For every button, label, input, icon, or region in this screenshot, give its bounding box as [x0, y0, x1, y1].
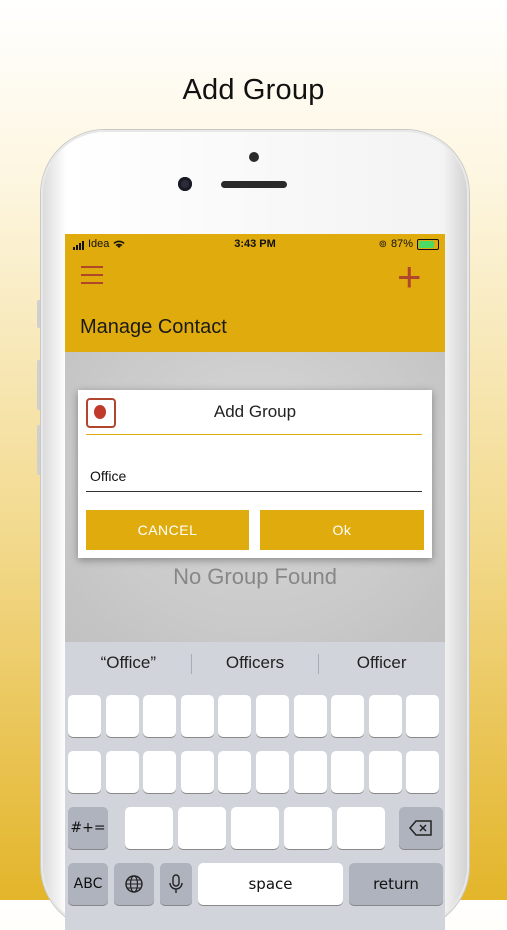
suggestion-divider: [191, 654, 192, 674]
proximity-sensor: [249, 152, 259, 162]
key-row2-undefined[interactable]: [331, 751, 365, 793]
key-row2-undefined[interactable]: [180, 751, 214, 793]
key-row1-undefined[interactable]: [105, 695, 139, 737]
page-title: Manage Contact: [80, 316, 227, 338]
key-row2-undefined[interactable]: [368, 751, 402, 793]
key-row3-undefined[interactable]: [125, 807, 173, 849]
key-row1-undefined[interactable]: [331, 695, 365, 737]
return-key[interactable]: return: [349, 863, 443, 905]
suggestion-2[interactable]: Officers: [192, 642, 319, 684]
delete-icon: [409, 820, 432, 836]
screenshot-caption: Add Group: [182, 74, 325, 106]
cancel-button[interactable]: CANCEL: [86, 510, 249, 550]
key-row1-undefined[interactable]: [180, 695, 214, 737]
app-bar: Idea 3:43 PM ⊚ 87% + Manage Contact: [65, 234, 445, 352]
key-row1-undefined[interactable]: [406, 695, 440, 737]
key-row1-undefined[interactable]: [256, 695, 289, 737]
key-row2-undefined[interactable]: [68, 751, 101, 793]
add-group-dialog: Add Group CANCEL Ok: [78, 390, 432, 558]
suggestion-3[interactable]: Officer: [318, 642, 445, 684]
battery-icon: [417, 238, 439, 250]
key-row3-undefined[interactable]: [178, 807, 226, 849]
suggestion-divider: [318, 654, 319, 674]
key-row2-undefined[interactable]: [293, 751, 327, 793]
suggestion-1[interactable]: “Office”: [65, 642, 192, 684]
front-camera: [178, 177, 192, 191]
earpiece-speaker: [221, 181, 287, 188]
dialog-title: Add Group: [213, 402, 297, 421]
space-key[interactable]: space: [198, 863, 343, 905]
menu-icon[interactable]: [81, 266, 103, 288]
key-row1-undefined[interactable]: [368, 695, 402, 737]
microphone-icon: [169, 874, 183, 893]
key-row3-undefined[interactable]: [337, 807, 385, 849]
abc-key[interactable]: ABC: [68, 863, 108, 905]
delete-key[interactable]: [399, 807, 443, 849]
key-row3-undefined[interactable]: [231, 807, 279, 849]
ok-button[interactable]: Ok: [260, 510, 424, 550]
battery-percent: 87%: [390, 238, 413, 250]
key-row2-undefined[interactable]: [256, 751, 289, 793]
status-bar: Idea 3:43 PM ⊚ 87%: [65, 234, 445, 254]
keyboard: “Office” Officers Officer #+= ABC space …: [65, 642, 445, 930]
phone-frame: Idea 3:43 PM ⊚ 87% + Manage Contact No G…: [41, 130, 469, 930]
key-row1-undefined[interactable]: [143, 695, 177, 737]
suggestion-bar: “Office” Officers Officer: [65, 642, 445, 684]
key-row1-undefined[interactable]: [218, 695, 252, 737]
key-row2-undefined[interactable]: [406, 751, 440, 793]
group-name-input[interactable]: [86, 460, 422, 492]
key-row2-undefined[interactable]: [218, 751, 252, 793]
plus-icon[interactable]: +: [397, 256, 422, 298]
phone-screen: Idea 3:43 PM ⊚ 87% + Manage Contact No G…: [65, 234, 445, 930]
key-row1-undefined[interactable]: [68, 695, 101, 737]
key-row3-undefined[interactable]: [284, 807, 332, 849]
dialog-divider: [86, 434, 422, 435]
symbols-key[interactable]: #+=: [68, 807, 108, 849]
globe-icon: [125, 875, 143, 893]
key-row1-undefined[interactable]: [293, 695, 327, 737]
globe-key[interactable]: [114, 863, 154, 905]
key-row2-undefined[interactable]: [105, 751, 139, 793]
key-row2-undefined[interactable]: [143, 751, 177, 793]
orientation-lock-icon: ⊚: [378, 238, 387, 250]
microphone-key[interactable]: [160, 863, 192, 905]
